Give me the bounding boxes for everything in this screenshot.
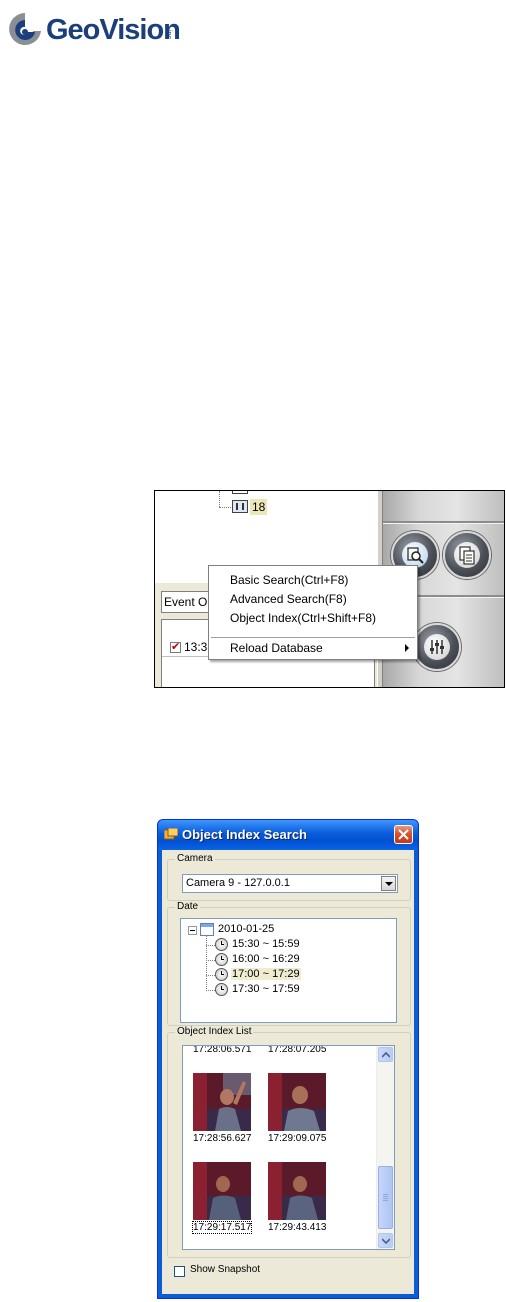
thumbnail-image[interactable] — [193, 1073, 251, 1131]
thumbnail-image[interactable] — [193, 1162, 251, 1220]
clock-icon — [215, 953, 228, 966]
thumbnail-image[interactable] — [268, 1073, 326, 1131]
camera-node-icon — [232, 500, 248, 513]
object-index-search-window: Object Index Search Camera Camera 9 - 12… — [157, 819, 419, 1299]
tree-node-stub — [232, 491, 248, 494]
menu-object-index[interactable]: Object Index(Ctrl+Shift+F8) — [230, 609, 376, 627]
time-slot-label: 17:30 ~ 17:59 — [232, 983, 300, 995]
object-index-list[interactable]: 17:28:06.571 17:28:07.205 17:28:56.627 1… — [182, 1045, 395, 1250]
window-title: Object Index Search — [182, 827, 307, 842]
thumbnail-time: 17:28:06.571 — [193, 1045, 252, 1055]
date-node[interactable]: 2010-01-25 — [218, 923, 274, 935]
logo-wordmark: GeoVision — [46, 14, 181, 46]
close-button[interactable] — [394, 825, 413, 844]
clock-icon — [215, 968, 228, 981]
camera-select-value: Camera 9 - 127.0.0.1 — [186, 877, 290, 889]
menu-advanced-search[interactable]: Advanced Search(F8) — [230, 590, 347, 608]
window-client-area: Camera Camera 9 - 127.0.0.1 Date 2010-01… — [162, 850, 414, 1294]
mixer-sliders-icon — [430, 640, 444, 654]
person-snapshot-icon — [268, 1162, 326, 1220]
time-slot-label: 16:00 ~ 16:29 — [232, 953, 300, 965]
event-checkbox[interactable]: ✔ — [170, 642, 181, 653]
time-slot-label: 15:30 ~ 15:59 — [232, 938, 300, 950]
clock-icon — [215, 983, 228, 996]
person-snapshot-icon — [268, 1073, 326, 1131]
chevron-down-icon — [382, 1238, 390, 1244]
window-titlebar[interactable]: Object Index Search — [158, 820, 418, 850]
chevron-down-icon[interactable] — [381, 876, 396, 891]
person-snapshot-icon — [193, 1162, 251, 1220]
menu-separator — [211, 637, 415, 638]
thumbnail-time: 17:29:09.075 — [268, 1133, 327, 1144]
thumbnail-image[interactable] — [268, 1162, 326, 1220]
app-icon — [164, 828, 178, 840]
scroll-thumb[interactable] — [378, 1166, 393, 1229]
object-index-list-label: Object Index List — [175, 1026, 254, 1037]
camera-select[interactable]: Camera 9 - 127.0.0.1 — [182, 874, 398, 893]
scroll-up-button[interactable] — [378, 1047, 393, 1062]
calendar-icon — [200, 923, 214, 936]
clock-icon — [215, 938, 228, 951]
thumbnail-time: 17:28:56.627 — [193, 1133, 252, 1144]
settings-mixer-button[interactable] — [413, 623, 461, 671]
close-icon — [398, 829, 409, 840]
tree-node-18[interactable]: 18 — [250, 499, 268, 515]
time-slot-label: 17:00 ~ 17:29 — [231, 968, 301, 980]
logo-inc-mark: inc — [165, 30, 172, 39]
menu-basic-search[interactable]: Basic Search(Ctrl+F8) — [230, 571, 348, 589]
scroll-down-button[interactable] — [378, 1233, 393, 1248]
thumbnail-time: 17:29:43.413 — [268, 1222, 327, 1233]
chevron-up-icon — [382, 1052, 390, 1058]
date-tree: 2010-01-25 15:30 ~ 15:59 16:00 ~ 16:29 1… — [180, 918, 397, 1023]
thumbnail-time: 17:28:07.205 — [268, 1045, 327, 1055]
menu-reload-database[interactable]: Reload Database — [230, 639, 323, 657]
thumbnail-time-focused: 17:29:17.517 — [191, 1221, 253, 1234]
camera-group-label: Camera — [175, 853, 215, 864]
event-time: 13:3 — [184, 640, 208, 654]
logo-swirl-icon — [9, 13, 41, 45]
pages-icon — [459, 546, 475, 565]
show-snapshot-label[interactable]: Show Snapshot — [190, 1264, 260, 1275]
search-context-menu: Basic Search(Ctrl+F8) Advanced Search(F8… — [208, 565, 418, 660]
geovision-logo: GeoVision inc — [6, 8, 182, 54]
person-snapshot-icon — [193, 1073, 251, 1131]
collapse-toggle-icon[interactable] — [188, 926, 197, 935]
document-list-button[interactable] — [443, 531, 491, 579]
list-scrollbar[interactable] — [376, 1046, 394, 1249]
date-group-label: Date — [175, 901, 201, 912]
submenu-arrow-icon — [405, 644, 409, 652]
show-snapshot-checkbox[interactable] — [174, 1266, 185, 1277]
